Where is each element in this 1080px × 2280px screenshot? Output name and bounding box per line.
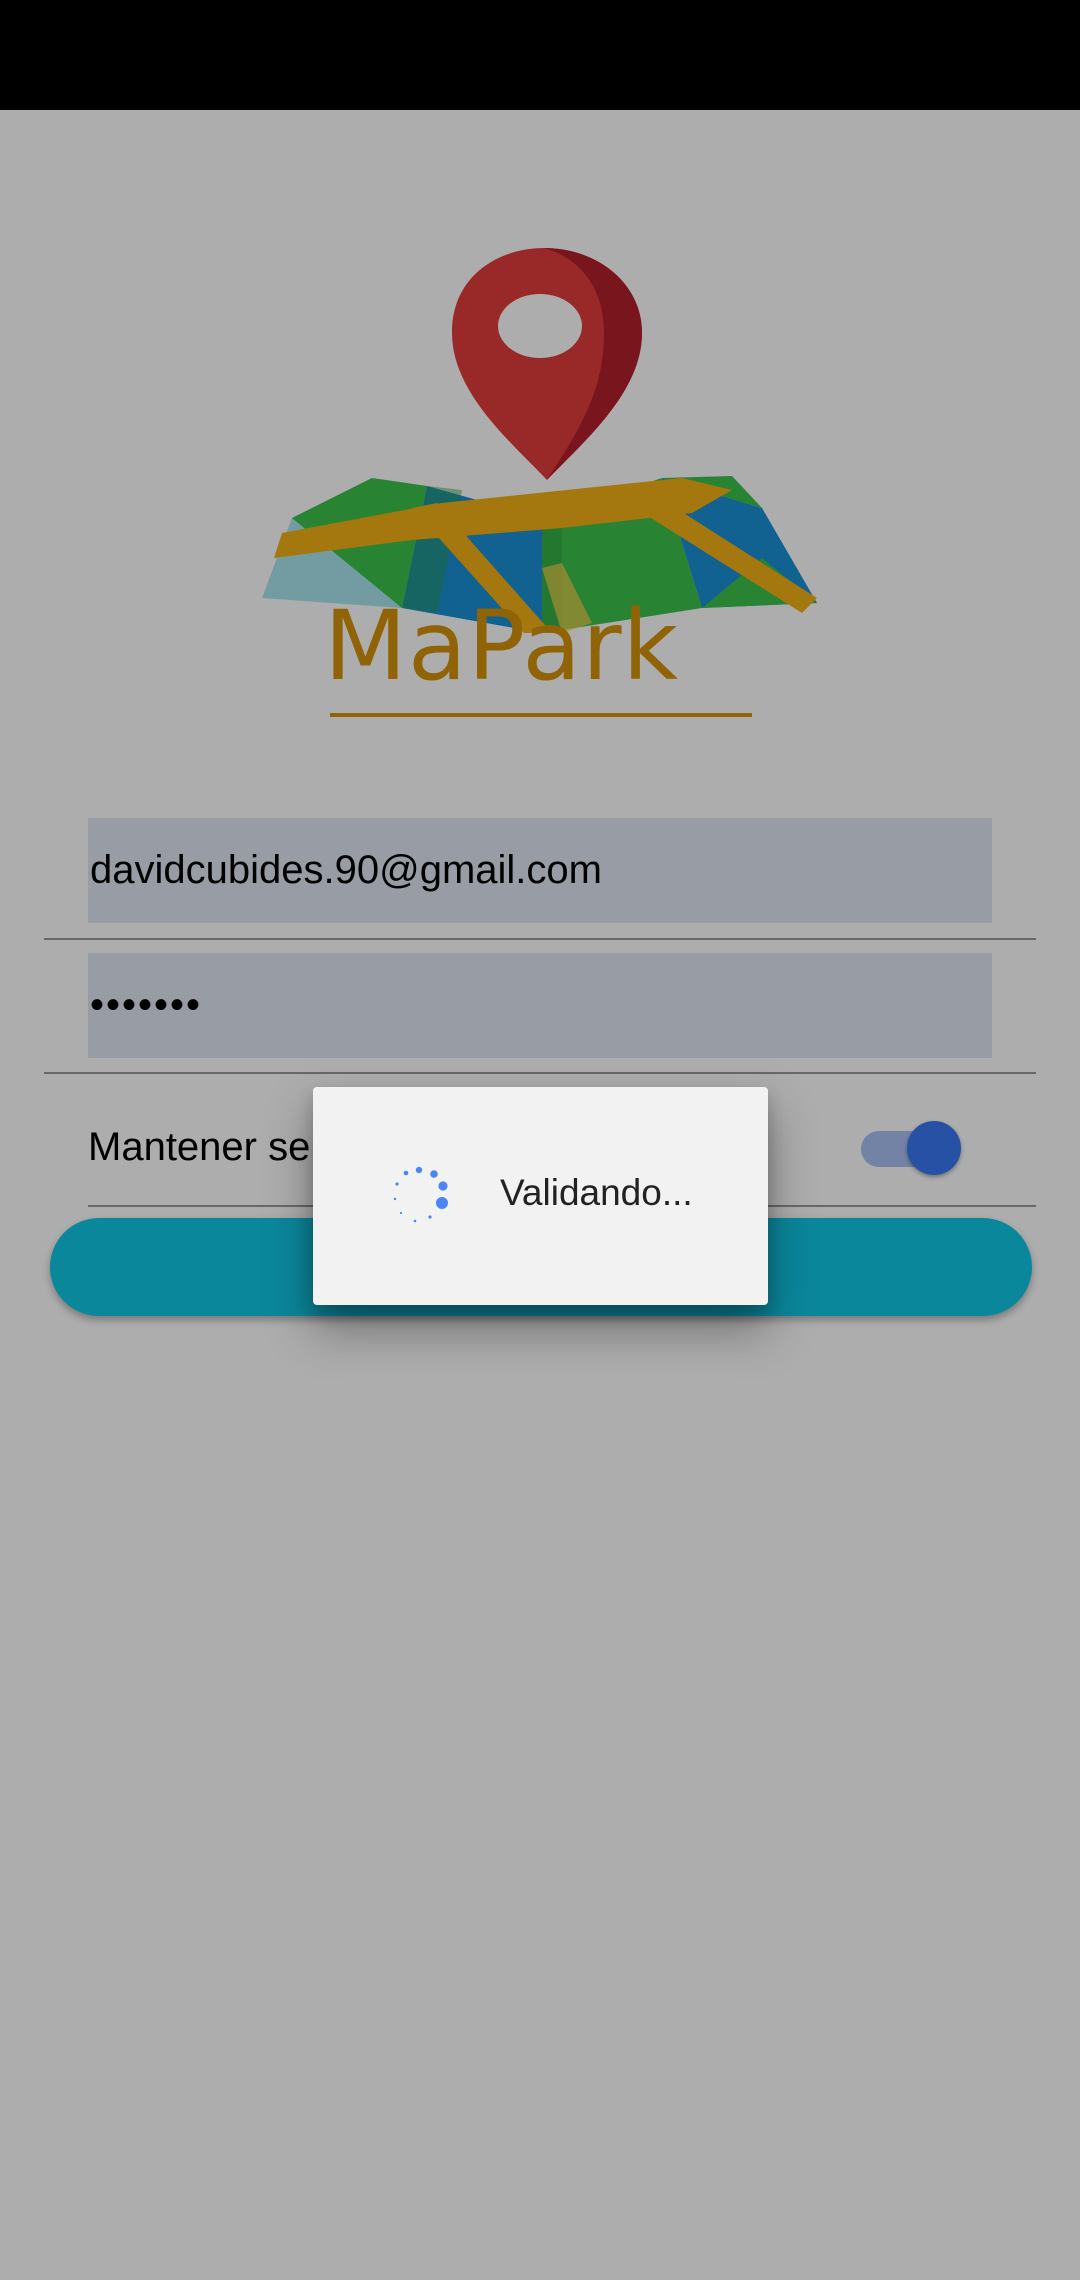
loading-spinner-icon <box>387 1164 451 1228</box>
dialog-message: Validando... <box>500 1172 693 1213</box>
status-bar <box>0 0 1080 110</box>
loading-dialog: Validando... <box>313 1087 768 1305</box>
